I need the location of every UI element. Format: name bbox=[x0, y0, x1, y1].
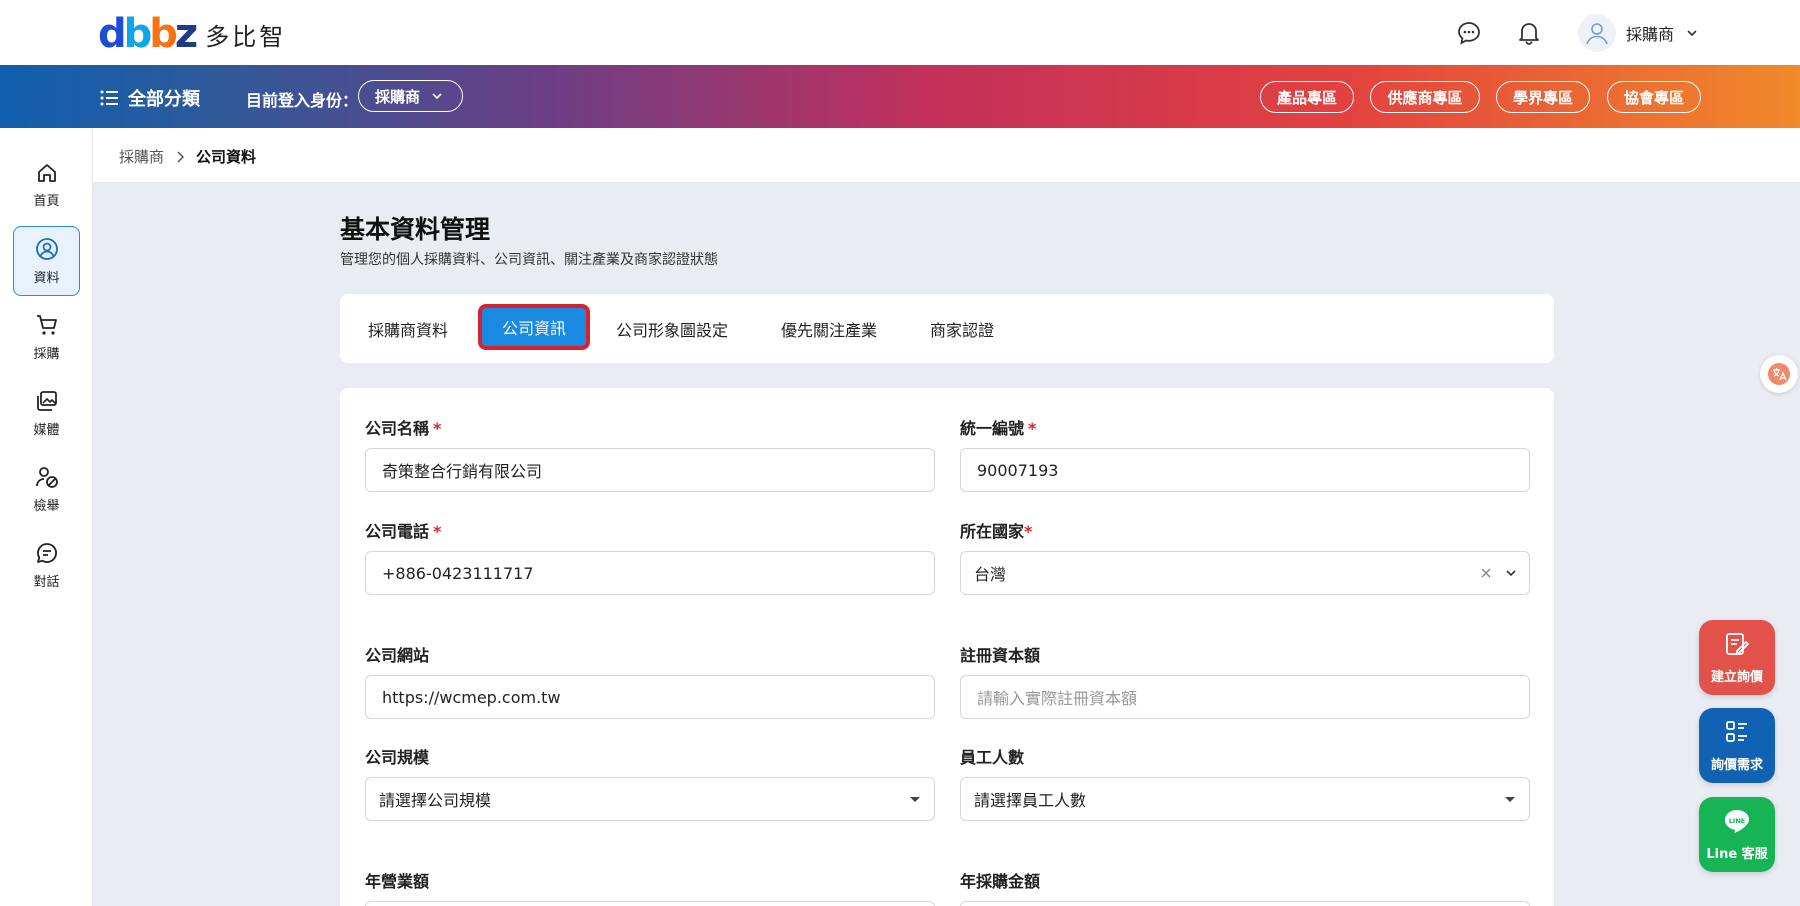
fab-label: 建立詢價 bbox=[1710, 670, 1763, 685]
sidebar-item-media[interactable]: 媒體 bbox=[13, 378, 80, 448]
home-icon bbox=[37, 163, 56, 182]
tab-company-image[interactable]: 公司形象圖設定 bbox=[616, 294, 728, 363]
svg-text:LINE: LINE bbox=[1729, 817, 1745, 825]
user-circle-icon bbox=[35, 237, 58, 260]
page-subtitle: 管理您的個人採購資料、公司資訊、關注產業及商家認證狀態 bbox=[340, 252, 718, 268]
phone-field[interactable]: +886-0423111717 bbox=[365, 551, 935, 595]
line-logo-icon: LINE bbox=[1725, 810, 1749, 833]
caret-down-icon bbox=[910, 797, 920, 802]
breadcrumb-current: 公司資料 bbox=[196, 148, 257, 166]
country-label: 所在國家* bbox=[960, 522, 1033, 541]
purchase-label: 年採購金額 bbox=[960, 872, 1041, 891]
inquiry-needs-button[interactable]: 詢價需求 bbox=[1699, 708, 1775, 783]
identity-value: 採購商 bbox=[375, 87, 421, 106]
zone-button-academia[interactable]: 學界專區 bbox=[1496, 81, 1590, 113]
chevron-down-icon bbox=[432, 93, 442, 100]
tabs-card: 採購商資料 公司資訊 公司形象圖設定 優先關注產業 商家認證 bbox=[340, 294, 1554, 363]
fab-label: 詢價需求 bbox=[1710, 758, 1763, 773]
capital-label: 註冊資本額 bbox=[960, 646, 1041, 665]
list-icon bbox=[1726, 721, 1747, 742]
media-icon bbox=[36, 390, 57, 411]
clear-icon[interactable] bbox=[1479, 566, 1493, 580]
sidebar-item-label: 首頁 bbox=[33, 193, 60, 209]
cart-icon bbox=[36, 314, 57, 335]
tab-company-info[interactable]: 公司資訊 bbox=[478, 304, 591, 350]
revenue-select[interactable] bbox=[365, 901, 935, 906]
tax-id-field[interactable]: 90007193 bbox=[960, 448, 1530, 492]
tab-priority-industries[interactable]: 優先關注產業 bbox=[781, 294, 877, 363]
company-info-form: 公司名稱 * 奇策整合行銷有限公司 統一編號 * 90007193 公司電話 * +8… bbox=[340, 388, 1554, 906]
tab-buyer-info[interactable]: 採購商資料 bbox=[368, 294, 448, 363]
fab-label: Line 客服 bbox=[1706, 847, 1768, 862]
capital-field[interactable]: 請輸入實際註冊資本額 bbox=[960, 675, 1530, 719]
avatar bbox=[1578, 14, 1616, 52]
breadcrumb-bar: 採購商 公司資料 bbox=[93, 128, 1800, 183]
sidebar-item-profile[interactable]: 資料 bbox=[13, 226, 80, 296]
logo-mark: dbbz bbox=[98, 11, 198, 57]
page-title: 基本資料管理 bbox=[340, 215, 491, 244]
zone-button-associations[interactable]: 協會專區 bbox=[1607, 81, 1701, 113]
website-label: 公司網站 bbox=[365, 646, 430, 665]
breadcrumb: 採購商 公司資料 bbox=[119, 146, 256, 167]
create-inquiry-button[interactable]: 建立詢價 bbox=[1699, 620, 1775, 695]
messages-icon[interactable] bbox=[1456, 20, 1482, 46]
tab-merchant-verification[interactable]: 商家認證 bbox=[930, 294, 994, 363]
translate-icon bbox=[1768, 363, 1790, 385]
sidebar-item-chat[interactable]: 對話 bbox=[13, 530, 80, 600]
scale-label: 公司規模 bbox=[365, 748, 430, 767]
sidebar-item-label: 檢舉 bbox=[33, 498, 60, 514]
all-categories-label: 全部分類 bbox=[128, 89, 200, 110]
zone-button-products[interactable]: 產品專區 bbox=[1260, 81, 1354, 113]
scale-select[interactable]: 請選擇公司規模 bbox=[365, 777, 935, 821]
revenue-label: 年營業額 bbox=[365, 872, 430, 891]
line-support-button[interactable]: LINE Line 客服 bbox=[1699, 797, 1775, 872]
user-menu[interactable]: 採購商 bbox=[1578, 14, 1698, 52]
sidebar-item-purchase[interactable]: 採購 bbox=[13, 302, 80, 372]
logo-text: 多比智 bbox=[205, 22, 287, 51]
all-categories-button[interactable]: 全部分類 bbox=[100, 85, 200, 111]
notification-bell-icon[interactable] bbox=[1516, 20, 1542, 46]
list-icon bbox=[100, 90, 118, 106]
tax-id-label: 統一編號 * bbox=[960, 419, 1037, 438]
site-logo[interactable]: dbbz 多比智 bbox=[98, 14, 286, 54]
edit-note-icon bbox=[1726, 633, 1749, 655]
caret-down-icon bbox=[1505, 797, 1515, 802]
sidebar-item-label: 採購 bbox=[33, 346, 60, 362]
purchase-select[interactable] bbox=[960, 901, 1530, 906]
translate-button[interactable] bbox=[1760, 355, 1798, 393]
category-bar: 全部分類 目前登入身份： 採購商 產品專區 供應商專區 學界專區 協會專區 bbox=[0, 65, 1800, 128]
employees-select[interactable]: 請選擇員工人數 bbox=[960, 777, 1530, 821]
identity-label: 目前登入身份： bbox=[246, 91, 359, 110]
phone-label: 公司電話 * bbox=[365, 522, 442, 541]
country-select[interactable]: 台灣 bbox=[960, 551, 1530, 595]
identity-select[interactable]: 採購商 bbox=[358, 80, 463, 112]
employees-label: 員工人數 bbox=[960, 748, 1025, 767]
chevron-right-icon bbox=[176, 150, 185, 163]
chevron-down-icon bbox=[1687, 30, 1697, 37]
sidebar: 首頁 資料 採購 媒體 檢舉 對話 bbox=[0, 128, 93, 906]
website-field[interactable]: https://wcmep.com.tw bbox=[365, 675, 935, 719]
user-block-icon bbox=[35, 466, 58, 488]
sidebar-item-label: 媒體 bbox=[33, 422, 60, 438]
sidebar-item-report[interactable]: 檢舉 bbox=[13, 454, 80, 524]
chat-icon bbox=[36, 542, 57, 563]
chevron-down-icon bbox=[1506, 570, 1516, 577]
sidebar-item-label: 資料 bbox=[33, 270, 60, 286]
zone-button-suppliers[interactable]: 供應商專區 bbox=[1370, 81, 1480, 113]
company-name-label: 公司名稱 * bbox=[365, 419, 442, 438]
top-header: dbbz 多比智 採購商 bbox=[0, 0, 1800, 65]
company-name-field[interactable]: 奇策整合行銷有限公司 bbox=[365, 448, 935, 492]
sidebar-item-label: 對話 bbox=[33, 574, 60, 590]
breadcrumb-parent[interactable]: 採購商 bbox=[119, 146, 164, 167]
sidebar-item-home[interactable]: 首頁 bbox=[13, 150, 80, 220]
user-name: 採購商 bbox=[1626, 25, 1675, 44]
